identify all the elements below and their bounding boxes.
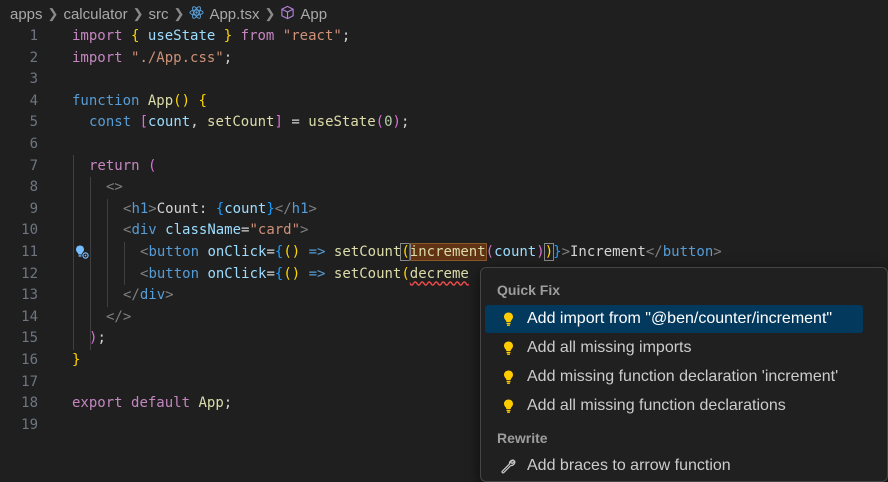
code-line[interactable]: <button onClick={() => setCount(decreme xyxy=(140,264,469,286)
line-number: 19 xyxy=(21,416,38,433)
code-line[interactable]: return ( xyxy=(89,156,156,178)
line-number: 10 xyxy=(21,222,38,239)
line-number: 18 xyxy=(21,395,38,412)
quick-fix-menu[interactable]: Quick Fix Add import from "@ben/counter/… xyxy=(480,267,888,482)
line-number: 1 xyxy=(29,28,38,44)
component-icon xyxy=(280,5,295,24)
code-line[interactable]: const [count, setCount] = useState(0); xyxy=(89,112,409,134)
line-number: 2 xyxy=(29,49,38,66)
lightbulb-icon xyxy=(497,341,519,356)
line-number: 17 xyxy=(21,373,38,390)
chevron-right-icon: ❯ xyxy=(264,6,276,21)
highlighted-symbol[interactable]: increment xyxy=(408,243,487,261)
line-number: 5 xyxy=(29,114,38,131)
line-number: 15 xyxy=(21,330,38,347)
code-line[interactable]: <div className="card"> xyxy=(123,220,308,242)
menu-item-add-braces[interactable]: Add braces to arrow function xyxy=(485,452,863,480)
code-line[interactable]: </div> xyxy=(123,285,174,307)
chevron-right-icon: ❯ xyxy=(47,6,59,21)
line-number: 4 xyxy=(29,92,38,109)
code-line[interactable]: export default App; xyxy=(72,393,232,415)
breadcrumb-item-calculator[interactable]: calculator xyxy=(63,6,127,23)
line-number: 3 xyxy=(29,71,38,88)
lightbulb-icon xyxy=(497,370,519,385)
line-number: 9 xyxy=(29,200,38,217)
line-number: 6 xyxy=(29,136,38,152)
line-number: 7 xyxy=(29,157,38,174)
code-line[interactable]: <h1>Count: {count}</h1> xyxy=(123,199,317,221)
line-number: 16 xyxy=(21,352,38,368)
code-line[interactable]: ); xyxy=(89,328,106,350)
breadcrumb-item-file[interactable]: App.tsx xyxy=(209,6,259,23)
line-number: 11 xyxy=(21,244,38,260)
lightbulb-icon xyxy=(497,399,519,414)
menu-item-add-all-missing-functions[interactable]: Add all missing function declarations xyxy=(485,392,863,420)
breadcrumb: apps ❯ calculator ❯ src ❯ App.tsx ❯ App xyxy=(0,0,888,28)
menu-item-label: Add braces to arrow function xyxy=(527,457,731,474)
menu-item-add-import[interactable]: Add import from "@ben/counter/increment" xyxy=(485,305,863,333)
menu-item-label: Add all missing imports xyxy=(527,339,692,356)
code-line[interactable]: } xyxy=(72,350,80,372)
menu-item-label: Add import from "@ben/counter/increment" xyxy=(527,310,833,327)
breadcrumb-item-src[interactable]: src xyxy=(149,6,169,23)
code-line[interactable]: <button onClick={() => setCount(incremen… xyxy=(140,242,722,264)
code-line[interactable]: function App() { xyxy=(72,91,207,113)
code-line[interactable]: import { useState } from "react"; xyxy=(72,26,350,48)
indent-guide xyxy=(90,177,91,350)
menu-item-add-all-missing-imports[interactable]: Add all missing imports xyxy=(485,334,863,362)
breadcrumb-item-symbol[interactable]: App xyxy=(300,6,327,23)
menu-item-label: Add all missing function declarations xyxy=(527,397,786,414)
line-number: 8 xyxy=(29,179,38,196)
error-squiggle[interactable]: decreme xyxy=(410,266,469,282)
line-number: 13 xyxy=(21,287,38,304)
react-icon xyxy=(189,5,204,24)
chevron-right-icon: ❯ xyxy=(132,6,144,21)
lightbulb-icon xyxy=(497,312,519,327)
wrench-icon xyxy=(497,458,519,474)
indent-guide xyxy=(107,199,108,307)
menu-section-header: Quick Fix xyxy=(497,282,561,298)
menu-item-label: Add missing function declaration 'increm… xyxy=(527,368,839,385)
line-number: 12 xyxy=(21,265,38,282)
lightbulb-autofix-icon[interactable] xyxy=(74,244,90,260)
chevron-right-icon: ❯ xyxy=(173,6,185,21)
menu-section-header: Rewrite xyxy=(497,430,548,446)
line-number: 14 xyxy=(21,308,38,325)
code-line[interactable]: </> xyxy=(106,307,131,329)
breadcrumb-item-apps[interactable]: apps xyxy=(10,6,43,23)
code-line[interactable]: import "./App.css"; xyxy=(72,48,232,70)
menu-item-add-missing-function[interactable]: Add missing function declaration 'increm… xyxy=(485,363,863,391)
code-line[interactable]: <> xyxy=(106,177,123,199)
indent-guide xyxy=(124,242,125,285)
